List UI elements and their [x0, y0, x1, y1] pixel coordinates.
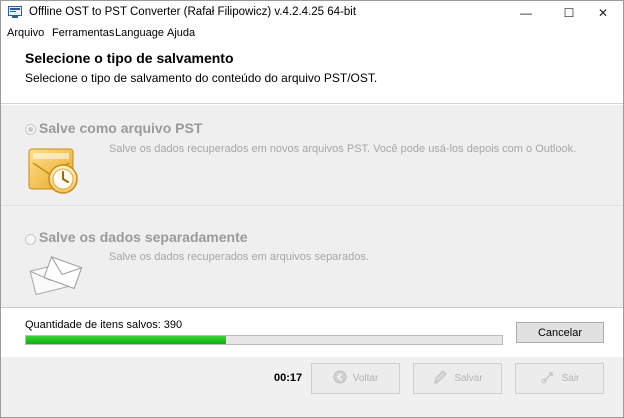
app-window: Offline OST to PST Converter (Rafał Fili… [0, 0, 624, 418]
option-separate-radio[interactable] [25, 234, 36, 245]
option-separate-description: Salve os dados recuperados em arquivos s… [109, 251, 369, 263]
minimize-button[interactable]: — [509, 1, 543, 25]
save-button[interactable]: Salvar [413, 363, 502, 394]
option-pst-title: Salve como arquivo PST [39, 120, 203, 136]
exit-label: Sair [561, 373, 580, 384]
progress-label: Quantidade de itens salvos: 390 [25, 319, 183, 331]
page-subtitle: Selecione o tipo de salvamento do conteú… [25, 71, 378, 85]
close-button[interactable]: ✕ [586, 1, 620, 25]
option-separate-title: Salve os dados separadamente [39, 229, 248, 245]
menu-item-language[interactable]: Language [115, 27, 164, 39]
exit-button[interactable]: Sair [515, 363, 604, 394]
progress-bar [25, 335, 503, 345]
app-icon [8, 6, 22, 19]
maximize-icon: ☐ [563, 6, 575, 20]
menu-bar: Arquivo Ferramentas Language Ajuda [1, 25, 623, 42]
menu-item-ferramentas[interactable]: Ferramentas [52, 27, 114, 39]
elapsed-timer: 00:17 [274, 372, 303, 384]
save-options: Salve como arquivo PST Salve os dados re… [1, 105, 623, 307]
title-bar: Offline OST to PST Converter (Rafał Fili… [1, 1, 623, 25]
progress-area: Quantidade de itens salvos: 390 Cancelar [1, 307, 623, 357]
back-button[interactable]: Voltar [311, 363, 400, 394]
page-title: Selecione o tipo de salvamento [25, 50, 234, 66]
exit-icon [540, 369, 556, 388]
footer-bar: 00:17 Voltar Salvar Sair [1, 357, 623, 417]
window-title: Offline OST to PST Converter (Rafał Fili… [29, 6, 357, 18]
close-icon: ✕ [597, 6, 609, 20]
menu-item-ajuda[interactable]: Ajuda [167, 27, 195, 39]
save-label: Salvar [454, 373, 483, 384]
option-pst-description: Salve os dados recuperados em novos arqu… [109, 143, 577, 155]
cancel-button[interactable]: Cancelar [516, 322, 604, 343]
back-label: Voltar [352, 373, 379, 384]
outlook-icon [27, 143, 85, 202]
progress-fill [26, 336, 226, 344]
option-pst-radio[interactable] [25, 124, 36, 135]
maximize-button[interactable]: ☐ [552, 1, 586, 25]
save-pen-icon [432, 369, 448, 388]
minimize-icon: — [520, 6, 532, 20]
option-save-separately[interactable]: Salve os dados separadamente Salve os da… [1, 206, 623, 307]
menu-item-arquivo[interactable]: Arquivo [7, 27, 44, 39]
back-arrow-icon [333, 370, 347, 387]
option-save-as-pst[interactable]: Salve como arquivo PST Salve os dados re… [1, 105, 623, 206]
page-header: Selecione o tipo de salvamento Selecione… [1, 42, 623, 104]
envelopes-icon [27, 252, 83, 303]
